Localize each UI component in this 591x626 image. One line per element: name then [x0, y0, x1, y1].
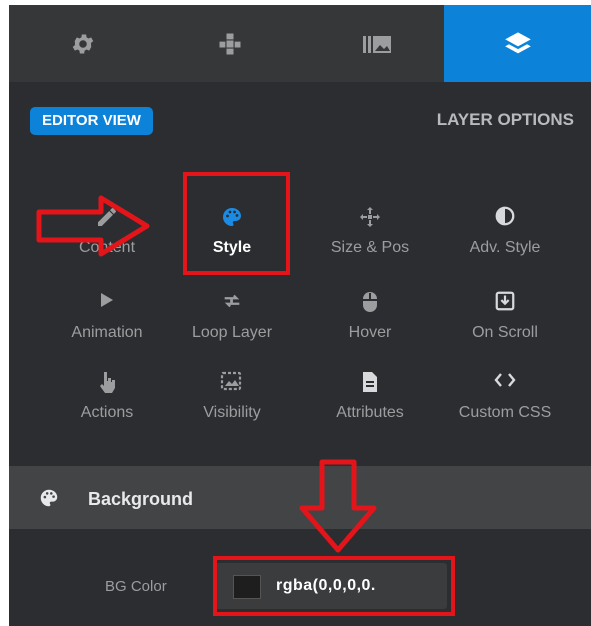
option-label: Adv. Style — [469, 239, 541, 256]
code-icon — [443, 370, 567, 396]
option-actions[interactable]: Actions — [45, 370, 169, 422]
option-size-pos[interactable]: Size & Pos — [308, 205, 432, 257]
option-label: Loop Layer — [191, 324, 273, 341]
gear-icon — [70, 31, 96, 57]
option-animation[interactable]: Animation — [45, 290, 169, 342]
option-label: Visibility — [203, 404, 261, 421]
option-custom-css[interactable]: Custom CSS — [443, 370, 567, 422]
annotation-arrow-right — [35, 194, 151, 258]
option-label: Animation — [71, 324, 143, 341]
loop-icon — [170, 290, 294, 316]
option-label: Actions — [80, 404, 134, 421]
hand-pointer-icon — [45, 370, 169, 396]
option-adv-style[interactable]: Adv. Style — [443, 205, 567, 257]
annotation-highlight-bg-color — [213, 556, 455, 616]
file-icon — [308, 370, 432, 396]
annotation-highlight-style — [183, 172, 290, 275]
background-section-title: Background — [88, 489, 194, 509]
layer-options-title: LAYER OPTIONS — [436, 110, 574, 129]
tab-settings[interactable] — [9, 5, 156, 82]
option-label: Custom CSS — [458, 404, 552, 421]
visibility-icon — [170, 370, 294, 396]
option-on-scroll[interactable]: On Scroll — [443, 290, 567, 342]
bg-color-label: BG Color — [105, 578, 167, 595]
option-label: On Scroll — [472, 324, 538, 341]
move-icon — [308, 205, 432, 231]
option-visibility[interactable]: Visibility — [170, 370, 294, 422]
option-attributes[interactable]: Attributes — [308, 370, 432, 422]
editor-view-badge[interactable]: EDITOR VIEW — [30, 107, 153, 135]
puzzle-icon — [216, 30, 244, 58]
tab-bar — [9, 5, 591, 82]
option-loop-layer[interactable]: Loop Layer — [170, 290, 294, 342]
tab-media[interactable] — [303, 5, 450, 82]
annotation-arrow-down — [296, 458, 380, 554]
option-label: Attributes — [336, 404, 404, 421]
tab-addons[interactable] — [156, 5, 303, 82]
tab-layers[interactable] — [444, 5, 591, 82]
option-label: Hover — [348, 324, 392, 341]
image-library-icon — [362, 33, 392, 55]
play-icon — [45, 290, 169, 316]
scroll-download-icon — [443, 290, 567, 316]
contrast-icon — [443, 205, 567, 231]
option-hover[interactable]: Hover — [308, 290, 432, 342]
mouse-icon — [308, 290, 432, 316]
palette-icon — [38, 487, 60, 509]
layers-icon — [503, 30, 533, 58]
option-label: Size & Pos — [330, 239, 410, 256]
